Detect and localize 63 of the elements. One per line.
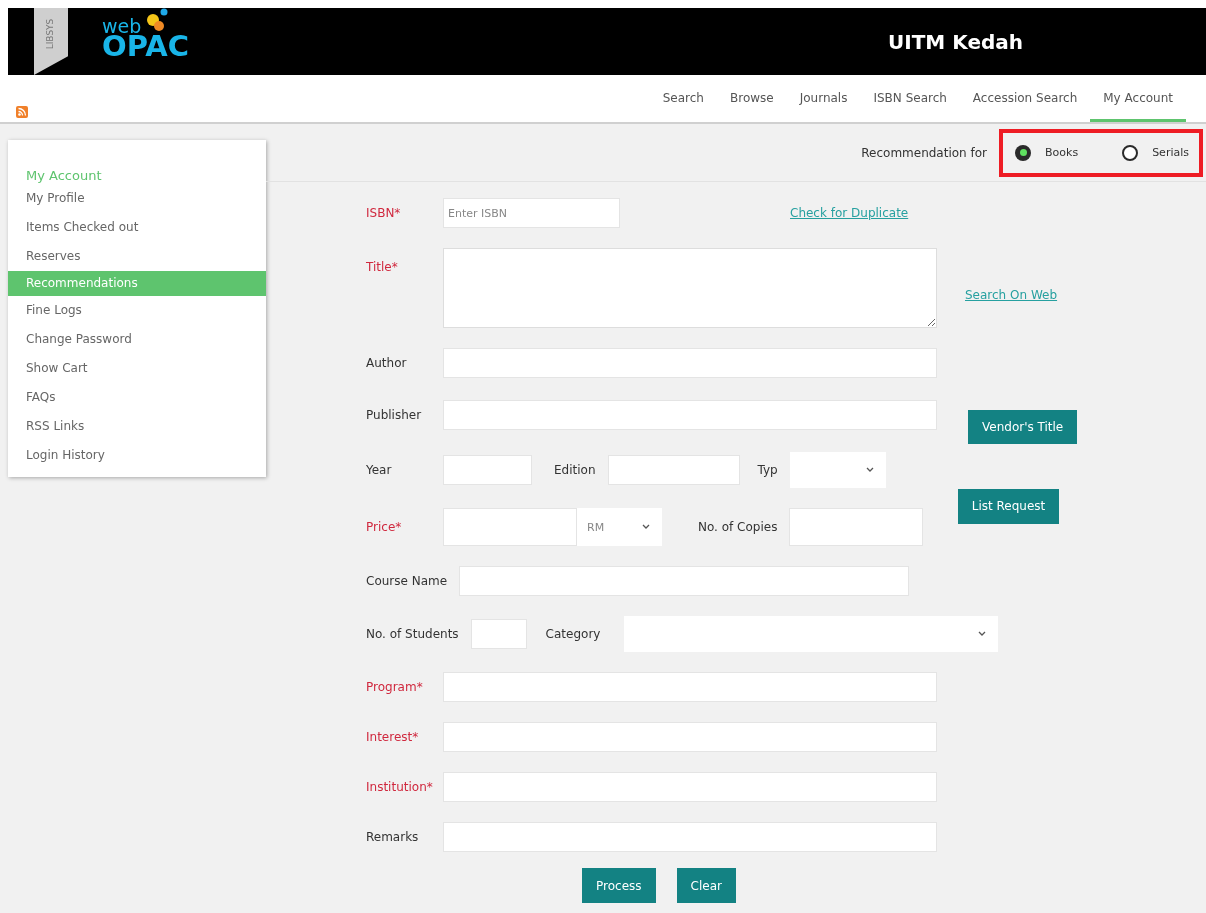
sidebar-item[interactable]: Items Checked out	[8, 213, 266, 242]
sidebar-item[interactable]: Login History	[8, 441, 266, 470]
sidebar-item[interactable]: Change Password	[8, 325, 266, 354]
field-label: Year	[366, 463, 393, 477]
input-field[interactable]	[443, 772, 937, 802]
sidebar-item[interactable]: Show Cart	[8, 354, 266, 383]
sidebar-item[interactable]: RSS Links	[8, 412, 266, 441]
field-label: ISBN*	[366, 206, 402, 220]
currency-select[interactable]: RM	[577, 508, 662, 546]
radio-option[interactable]: Serials	[1122, 144, 1189, 161]
chevron-icon	[865, 467, 874, 473]
list-request-button[interactable]: List Request	[957, 488, 1060, 524]
nav-link[interactable]: ISBN Search	[860, 75, 960, 122]
input-field[interactable]	[443, 508, 577, 546]
field-label: Edition	[554, 463, 596, 477]
input-field[interactable]	[470, 619, 527, 649]
input-field[interactable]	[443, 348, 937, 378]
sidebar-item[interactable]: FAQs	[8, 383, 266, 412]
nav-link[interactable]: Browse	[717, 75, 787, 122]
nav-link[interactable]: Search	[649, 75, 717, 122]
field-label: Price*	[366, 520, 403, 534]
input-field[interactable]: Enter ISBN	[443, 198, 620, 228]
vendor-title-button[interactable]: Vendor's Title	[968, 410, 1078, 444]
text-area[interactable]	[443, 248, 937, 328]
radio-icon[interactable]	[1122, 144, 1139, 161]
input-field[interactable]	[443, 822, 937, 852]
recommendation-label: Recommendation for	[861, 145, 988, 160]
nav-link[interactable]: Accession Search	[959, 75, 1091, 122]
field-label: No. of Copies	[698, 520, 778, 534]
field-label: Interest*	[366, 730, 420, 744]
chevron-icon	[642, 524, 650, 530]
radio-option[interactable]: Books	[1015, 144, 1079, 161]
field-label: Publisher	[366, 408, 423, 422]
input-field[interactable]	[443, 455, 532, 485]
library-name: UITM Kedah	[888, 29, 1023, 54]
input-field[interactable]	[459, 566, 910, 596]
input-field[interactable]	[789, 508, 924, 546]
clear-button[interactable]: Clear	[676, 868, 736, 903]
sidebar-item[interactable]: Reserves	[8, 242, 266, 271]
input-field[interactable]	[443, 400, 937, 430]
sidebar-item[interactable]: Fine Logs	[8, 296, 266, 325]
input-field[interactable]	[443, 672, 937, 702]
field-label: Typ	[757, 463, 778, 477]
field-label: Author	[366, 356, 408, 370]
field-label: Course Name	[366, 574, 448, 588]
nav-link[interactable]: Journals	[786, 75, 861, 122]
process-button[interactable]: Process	[582, 868, 656, 903]
brand-tag: LIBSYS	[34, 8, 68, 75]
input-field[interactable]	[443, 722, 937, 752]
category-select[interactable]	[624, 616, 999, 652]
field-label: Institution*	[366, 780, 434, 794]
input-field[interactable]	[607, 455, 740, 485]
field-label: Title*	[366, 260, 399, 274]
chevron-icon	[978, 631, 987, 637]
rss-icon[interactable]	[16, 106, 28, 118]
field-label: No. of Students	[366, 627, 459, 641]
field-label: Program*	[366, 680, 424, 694]
field-label: Category	[545, 627, 601, 641]
sidebar-item[interactable]: My Profile	[8, 184, 266, 213]
field-label: Remarks	[366, 830, 420, 844]
sidebar-heading: My Account	[26, 168, 102, 184]
type-select[interactable]	[789, 452, 886, 488]
radio-icon[interactable]	[1015, 144, 1032, 161]
